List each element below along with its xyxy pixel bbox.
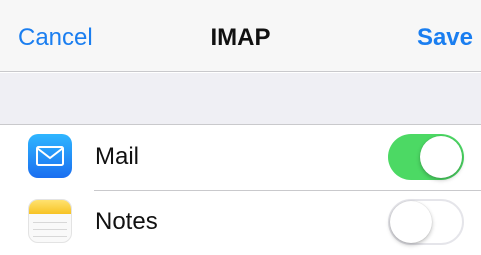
mail-icon <box>28 134 72 178</box>
toggle-knob <box>390 201 432 243</box>
mail-toggle[interactable] <box>388 134 464 180</box>
toggle-knob <box>420 136 462 178</box>
save-button[interactable]: Save <box>417 22 473 54</box>
mail-label: Mail <box>95 143 140 170</box>
navigation-bar: Cancel IMAP Save <box>0 0 481 72</box>
notes-toggle[interactable] <box>388 199 464 245</box>
notes-label: Notes <box>95 208 158 235</box>
notes-icon <box>28 199 72 243</box>
list-item-mail: Mail <box>0 126 481 190</box>
page-title: IMAP <box>210 24 271 51</box>
list-item-notes: Notes <box>0 191 481 255</box>
section-spacer <box>0 73 481 125</box>
